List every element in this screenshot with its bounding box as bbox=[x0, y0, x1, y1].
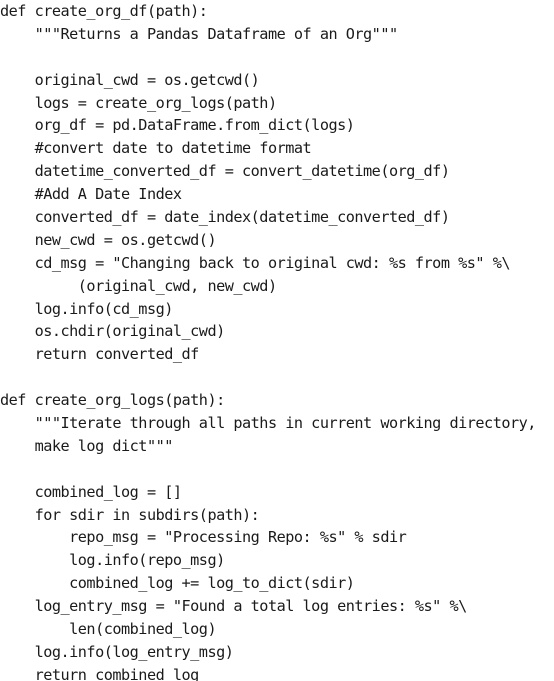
code-line-12: cd_msg = "Changing back to original cwd:… bbox=[0, 253, 511, 272]
code-line-26: combined_log += log_to_dict(sdir) bbox=[0, 574, 355, 593]
code-line-14: log.info(cd_msg) bbox=[0, 299, 174, 318]
code-line-18: def create_org_logs(path): bbox=[0, 391, 225, 410]
code-line-1: def create_org_df(path): bbox=[0, 2, 208, 20]
code-block: def create_org_df(path): """Returns a Pa… bbox=[0, 0, 536, 681]
code-line-29: log.info(log_entry_msg) bbox=[0, 642, 234, 661]
code-line-6: org_df = pd.DataFrame.from_dict(logs) bbox=[0, 116, 355, 135]
code-line-28: len(combined_log) bbox=[0, 620, 217, 639]
code-line-13: (original_cwd, new_cwd) bbox=[0, 276, 277, 295]
code-line-24: repo_msg = "Processing Repo: %s" % sdir bbox=[0, 528, 407, 547]
code-line-2: """Returns a Pandas Dataframe of an Org"… bbox=[0, 24, 399, 43]
code-line-27: log_entry_msg = "Found a total log entri… bbox=[0, 597, 468, 616]
code-line-23: for sdir in subdirs(path): bbox=[0, 505, 260, 524]
code-line-22: combined_log = [] bbox=[0, 482, 182, 501]
code-line-4: original_cwd = os.getcwd() bbox=[0, 70, 260, 89]
code-line-15: os.chdir(original_cwd) bbox=[0, 322, 226, 341]
code-line-20: make log dict""" bbox=[0, 436, 174, 455]
code-line-11: new_cwd = os.getcwd() bbox=[0, 230, 217, 249]
code-line-7: #convert date to datetime format bbox=[0, 139, 312, 158]
code-line-10: converted_df = date_index(datetime_conve… bbox=[0, 208, 450, 227]
code-line-25: log.info(repo_msg) bbox=[0, 551, 225, 570]
code-line-5: logs = create_org_logs(path) bbox=[0, 93, 278, 112]
code-line-16: return converted_df bbox=[0, 345, 200, 364]
code-listing-page: def create_org_df(path): """Returns a Pa… bbox=[0, 0, 554, 681]
code-line-19: """Iterate through all paths in current … bbox=[0, 414, 537, 433]
code-line-9: #Add A Date Index bbox=[0, 185, 182, 204]
code-line-8: datetime_converted_df = convert_datetime… bbox=[0, 162, 450, 181]
code-line-30: return combined_log bbox=[0, 665, 200, 681]
